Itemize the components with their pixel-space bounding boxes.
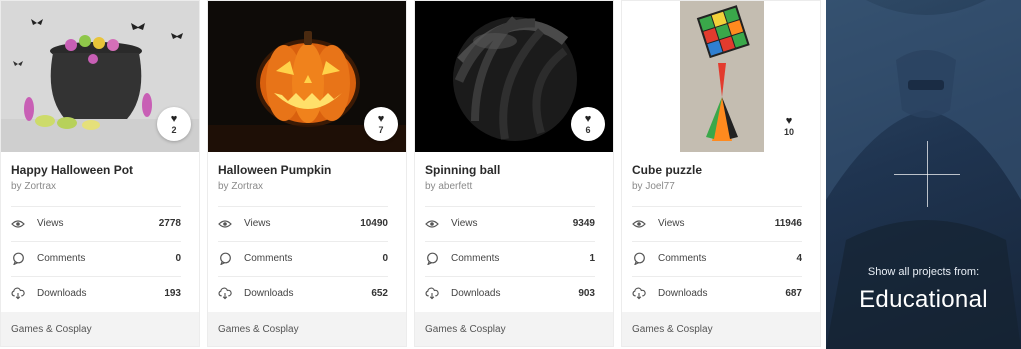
downloads-count: 193 <box>164 288 181 299</box>
cloud-download-icon <box>632 287 646 301</box>
views-label: Views <box>244 218 271 229</box>
comments-row: Comments 0 <box>218 241 388 275</box>
comment-icon <box>632 252 646 266</box>
downloads-row: Downloads 193 <box>11 276 181 310</box>
project-author[interactable]: by Zortrax <box>11 181 56 192</box>
comments-count: 4 <box>796 253 802 264</box>
comments-label: Comments <box>37 253 86 264</box>
views-row: Views 9349 <box>425 206 595 240</box>
downloads-row: Downloads 903 <box>425 276 595 310</box>
project-card[interactable]: ♥ 10 Cube puzzle by Joel77 Views 11946 C… <box>621 0 821 347</box>
comments-count: 0 <box>175 253 181 264</box>
downloads-count: 687 <box>785 288 802 299</box>
downloads-count: 652 <box>371 288 388 299</box>
eye-icon <box>11 217 25 231</box>
heart-icon: ♥ <box>584 112 592 125</box>
eye-icon <box>425 217 439 231</box>
downloads-label: Downloads <box>658 288 708 299</box>
heart-icon: ♥ <box>170 112 178 125</box>
project-card[interactable]: ♥ 7 Halloween Pumpkin by Zortrax Views 1… <box>207 0 407 347</box>
show-all-label: Show all projects from: <box>867 266 980 278</box>
project-card[interactable]: ♥ 2 Happy Halloween Pot by Zortrax Views… <box>0 0 200 347</box>
views-count: 9349 <box>572 218 595 229</box>
views-label: Views <box>658 218 685 229</box>
category-name: Educational <box>859 286 988 313</box>
downloads-count: 903 <box>578 288 595 299</box>
project-author[interactable]: by aberfett <box>425 181 472 192</box>
project-author[interactable]: by Joel77 <box>632 181 675 192</box>
views-count: 2778 <box>158 218 181 229</box>
views-label: Views <box>451 218 478 229</box>
downloads-row: Downloads 652 <box>218 276 388 310</box>
comment-icon <box>425 252 439 266</box>
downloads-label: Downloads <box>244 288 294 299</box>
views-row: Views 10490 <box>218 206 388 240</box>
likes-count: 6 <box>585 124 591 135</box>
likes-badge[interactable]: ♥ 2 <box>157 107 191 141</box>
project-title[interactable]: Halloween Pumpkin <box>218 163 331 177</box>
comments-label: Comments <box>658 253 707 264</box>
comment-icon <box>11 252 25 266</box>
likes-count: 2 <box>171 124 177 135</box>
project-author[interactable]: by Zortrax <box>218 181 263 192</box>
eye-icon <box>632 217 646 231</box>
comments-count: 1 <box>589 253 595 264</box>
comments-row: Comments 1 <box>425 241 595 275</box>
comments-label: Comments <box>451 253 500 264</box>
category-tag[interactable]: Games & Cosplay <box>1 312 199 346</box>
views-label: Views <box>37 218 64 229</box>
project-title[interactable]: Happy Halloween Pot <box>11 163 133 177</box>
downloads-label: Downloads <box>451 288 501 299</box>
category-tag[interactable]: Games & Cosplay <box>208 312 406 346</box>
category-tag[interactable]: Games & Cosplay <box>415 312 613 346</box>
likes-badge[interactable]: ♥ 7 <box>364 107 398 141</box>
comments-row: Comments 4 <box>632 241 802 275</box>
comments-row: Comments 0 <box>11 241 181 275</box>
project-title[interactable]: Cube puzzle <box>632 163 702 177</box>
comments-label: Comments <box>244 253 293 264</box>
views-row: Views 2778 <box>11 206 181 240</box>
likes-badge[interactable]: ♥ 6 <box>571 107 605 141</box>
heart-icon: ♥ <box>377 112 385 125</box>
cloud-download-icon <box>425 287 439 301</box>
cloud-download-icon <box>218 287 232 301</box>
likes-count: 10 <box>783 126 794 137</box>
plus-icon <box>927 141 928 207</box>
views-count: 10490 <box>360 218 388 229</box>
views-row: Views 11946 <box>632 206 802 240</box>
eye-icon <box>218 217 232 231</box>
cloud-download-icon <box>11 287 25 301</box>
downloads-label: Downloads <box>37 288 87 299</box>
project-title[interactable]: Spinning ball <box>425 163 500 177</box>
heart-icon: ♥ <box>785 114 793 127</box>
views-count: 11946 <box>774 218 802 229</box>
likes-count: 7 <box>378 124 384 135</box>
project-card[interactable]: ♥ 6 Spinning ball by aberfett Views 9349… <box>414 0 614 347</box>
downloads-row: Downloads 687 <box>632 276 802 310</box>
comment-icon <box>218 252 232 266</box>
category-tag[interactable]: Games & Cosplay <box>622 312 820 346</box>
comments-count: 0 <box>382 253 388 264</box>
show-all-projects-tile[interactable]: Show all projects from: Educational <box>826 0 1021 349</box>
likes-badge[interactable]: ♥ 10 <box>772 109 806 143</box>
